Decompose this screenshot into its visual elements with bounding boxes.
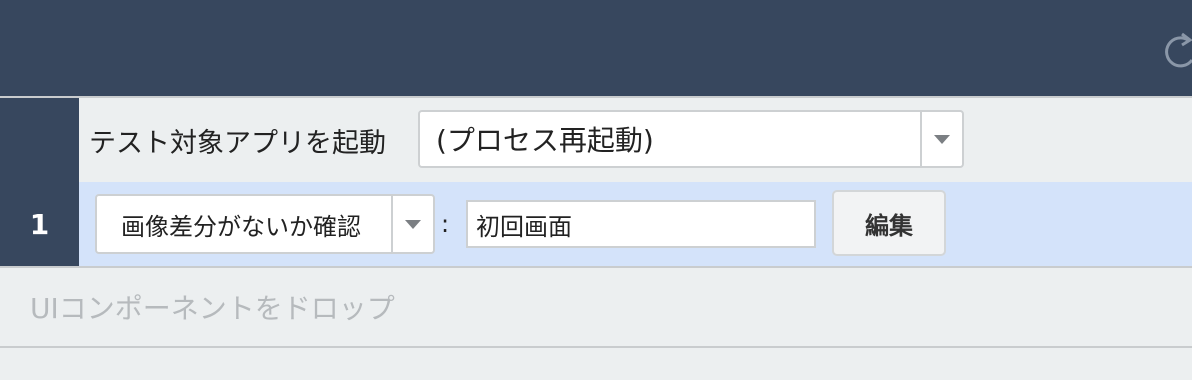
- dropdown-toggle[interactable]: [391, 196, 433, 252]
- step-number: 1: [0, 182, 79, 266]
- process-restart-value: (プロセス再起動): [436, 124, 654, 157]
- refresh-icon[interactable]: [1158, 28, 1192, 72]
- chevron-down-icon: [405, 219, 421, 229]
- dropdown-toggle[interactable]: [920, 112, 962, 166]
- separator-colon: :: [441, 210, 450, 238]
- row-gutter: [0, 98, 79, 182]
- process-restart-select[interactable]: (プロセス再起動): [418, 110, 964, 168]
- top-header: [0, 0, 1192, 96]
- screen-name-input[interactable]: 初回画面: [466, 200, 816, 248]
- drop-zone-hint: UIコンポーネントをドロップ: [30, 292, 395, 325]
- step-action-value: 画像差分がないか確認: [121, 212, 361, 241]
- chevron-down-icon: [934, 134, 950, 144]
- edit-button[interactable]: 編集: [832, 190, 946, 256]
- drop-zone[interactable]: UIコンポーネントをドロップ: [0, 268, 1192, 348]
- step-action-select[interactable]: 画像差分がないか確認: [95, 194, 435, 254]
- launch-app-row: テスト対象アプリを起動 (プロセス再起動): [0, 96, 1192, 184]
- step-row-1[interactable]: 1 画像差分がないか確認 : 初回画面 編集: [0, 182, 1192, 268]
- launch-app-label: テスト対象アプリを起動: [89, 127, 386, 159]
